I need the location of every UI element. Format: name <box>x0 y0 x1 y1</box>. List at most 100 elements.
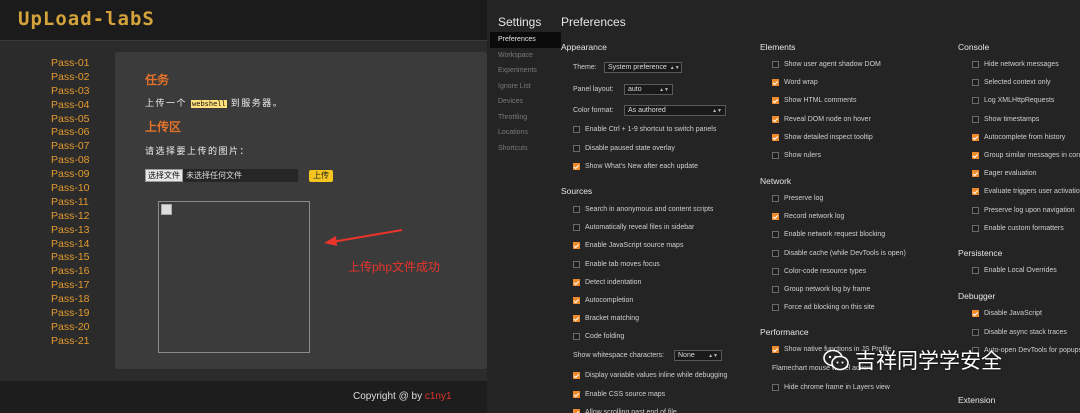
setting-option[interactable]: Enable Local Overrides <box>972 267 1057 274</box>
color-format-select[interactable]: As authored ▲▼ <box>624 105 726 116</box>
checkbox[interactable] <box>772 61 779 68</box>
checkbox[interactable] <box>972 267 979 274</box>
pass-link[interactable]: Pass-14 <box>51 238 90 252</box>
pass-link[interactable]: Pass-15 <box>51 251 90 265</box>
setting-option[interactable]: Record network log <box>772 213 844 221</box>
pass-link[interactable]: Pass-04 <box>51 99 90 113</box>
setting-option[interactable]: Disable cache (while DevTools is open) <box>772 249 906 257</box>
setting-option[interactable]: Show detailed inspect tooltip <box>772 133 873 141</box>
panel-layout-select[interactable]: auto ▲▼ <box>624 84 673 95</box>
checkbox[interactable] <box>972 79 979 87</box>
checkbox[interactable] <box>573 315 580 323</box>
checkbox[interactable] <box>772 195 779 202</box>
setting-option[interactable]: Enable JavaScript source maps <box>573 242 683 250</box>
checkbox[interactable] <box>573 260 580 268</box>
pass-link[interactable]: Pass-09 <box>51 168 90 182</box>
checkbox[interactable] <box>772 152 779 159</box>
setting-option[interactable]: Autocompletion <box>573 297 633 304</box>
checkbox[interactable] <box>772 304 779 312</box>
checkbox[interactable] <box>573 297 580 304</box>
pass-link[interactable]: Pass-21 <box>51 335 90 349</box>
checkbox[interactable] <box>972 115 979 123</box>
setting-option[interactable]: Evaluate triggers user activation <box>972 188 1080 196</box>
checkbox[interactable] <box>573 206 580 213</box>
checkbox[interactable] <box>772 213 779 221</box>
pass-link[interactable]: Pass-16 <box>51 265 90 279</box>
setting-option[interactable]: Disable paused state overlay <box>573 144 675 152</box>
checkbox[interactable] <box>972 61 979 68</box>
checkbox[interactable] <box>573 126 580 133</box>
checkbox[interactable] <box>573 144 580 152</box>
setting-option[interactable]: Show HTML comments <box>772 97 856 105</box>
settings-nav-preferences[interactable]: Preferences <box>490 32 561 48</box>
checkbox[interactable] <box>573 224 580 232</box>
setting-option[interactable]: Group similar messages in console <box>972 152 1080 159</box>
checkbox[interactable] <box>972 328 979 336</box>
setting-option[interactable]: Show user agent shadow DOM <box>772 61 881 68</box>
pass-link[interactable]: Pass-12 <box>51 210 90 224</box>
checkbox[interactable] <box>573 409 580 413</box>
checkbox[interactable] <box>573 278 580 286</box>
setting-option[interactable]: Disable JavaScript <box>972 310 1042 317</box>
pass-link[interactable]: Pass-20 <box>51 321 90 335</box>
pass-link[interactable]: Pass-02 <box>51 71 90 85</box>
settings-nav-devices[interactable]: Devices <box>490 94 561 110</box>
setting-option[interactable]: Enable Ctrl + 1-9 shortcut to switch pan… <box>573 126 716 133</box>
pass-link[interactable]: Pass-01 <box>51 57 90 71</box>
whitespace-select[interactable]: None ▲▼ <box>674 350 722 361</box>
checkbox[interactable] <box>573 372 580 379</box>
checkbox[interactable] <box>772 346 779 353</box>
setting-option[interactable]: Enable tab moves focus <box>573 260 660 268</box>
setting-option[interactable]: Search in anonymous and content scripts <box>573 206 713 213</box>
pass-link[interactable]: Pass-08 <box>51 154 90 168</box>
setting-option[interactable]: Bracket matching <box>573 315 639 323</box>
checkbox[interactable] <box>772 133 779 141</box>
settings-nav-shortcuts[interactable]: Shortcuts <box>490 141 561 157</box>
checkbox[interactable] <box>772 115 779 123</box>
checkbox[interactable] <box>972 170 979 178</box>
setting-option[interactable]: Selected context only <box>972 79 1051 87</box>
pass-link[interactable]: Pass-05 <box>51 113 90 127</box>
pass-link[interactable]: Pass-06 <box>51 126 90 140</box>
pass-link[interactable]: Pass-13 <box>51 224 90 238</box>
setting-option[interactable]: Force ad blocking on this site <box>772 304 875 312</box>
settings-nav-throttling[interactable]: Throttling <box>490 110 561 126</box>
setting-option[interactable]: Enable custom formatters <box>972 224 1064 232</box>
checkbox[interactable] <box>972 188 979 196</box>
setting-option[interactable]: Eager evaluation <box>972 170 1037 178</box>
checkbox[interactable] <box>573 333 580 341</box>
pass-link[interactable]: Pass-03 <box>51 85 90 99</box>
pass-link[interactable]: Pass-11 <box>51 196 90 210</box>
settings-nav-locations[interactable]: Locations <box>490 125 561 141</box>
checkbox[interactable] <box>972 152 979 159</box>
checkbox[interactable] <box>772 249 779 257</box>
checkbox[interactable] <box>972 133 979 141</box>
pass-link[interactable]: Pass-10 <box>51 182 90 196</box>
checkbox[interactable] <box>972 206 979 214</box>
checkbox[interactable] <box>772 267 779 275</box>
file-input[interactable]: 选择文件 未选择任何文件 <box>145 169 298 182</box>
checkbox[interactable] <box>972 310 979 317</box>
choose-file-button[interactable]: 选择文件 <box>145 169 183 182</box>
checkbox[interactable] <box>972 97 979 105</box>
settings-nav-experiments[interactable]: Experiments <box>490 63 561 79</box>
checkbox[interactable] <box>573 390 580 398</box>
checkbox[interactable] <box>772 97 779 105</box>
setting-option[interactable]: Enable CSS source maps <box>573 390 665 398</box>
pass-link[interactable]: Pass-18 <box>51 293 90 307</box>
setting-option[interactable]: Enable network request blocking <box>772 231 885 239</box>
setting-option[interactable]: Preserve log upon navigation <box>972 206 1075 214</box>
checkbox[interactable] <box>772 79 779 87</box>
setting-option[interactable]: Show What's New after each update <box>573 163 698 170</box>
setting-option[interactable]: Show rulers <box>772 152 821 159</box>
setting-option[interactable]: Show timestamps <box>972 115 1039 123</box>
setting-option[interactable]: Autocomplete from history <box>972 133 1065 141</box>
settings-nav-workspace[interactable]: Workspace <box>490 48 561 64</box>
setting-option[interactable]: Reveal DOM node on hover <box>772 115 871 123</box>
setting-option[interactable]: Display variable values inline while deb… <box>573 372 727 379</box>
setting-option[interactable]: Preserve log <box>772 195 823 202</box>
setting-option[interactable]: Automatically reveal files in sidebar <box>573 224 694 232</box>
checkbox[interactable] <box>573 242 580 250</box>
theme-select[interactable]: System preference ▲▼ <box>604 62 682 73</box>
upload-button[interactable]: 上传 <box>309 170 333 182</box>
